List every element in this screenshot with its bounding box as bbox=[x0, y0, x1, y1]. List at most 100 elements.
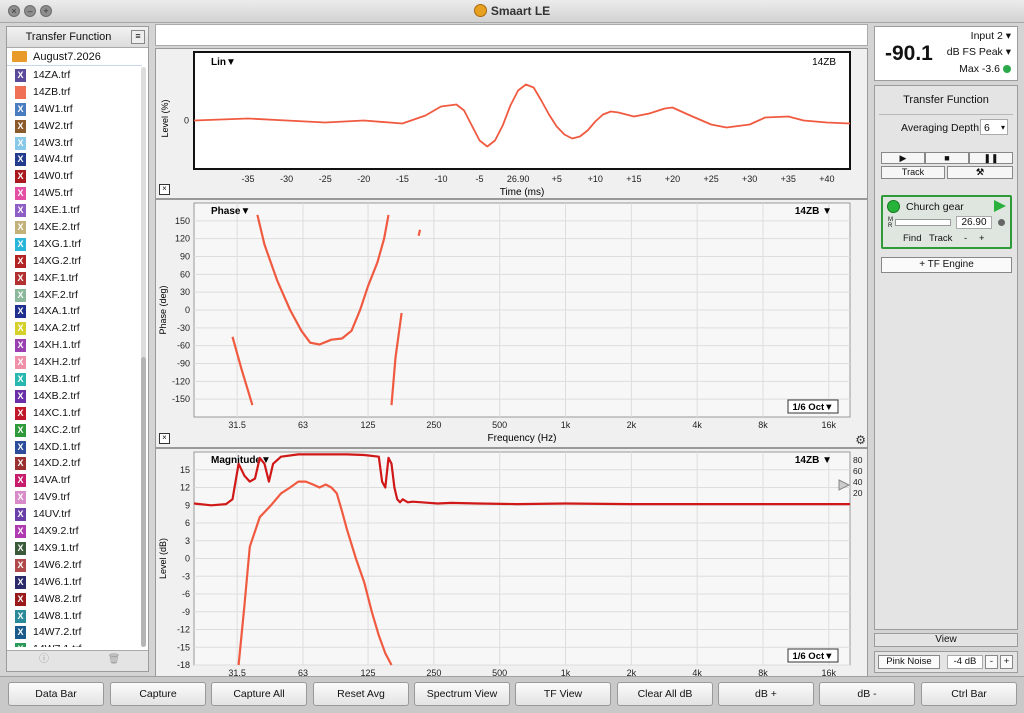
file-item[interactable]: X 14W3.trf bbox=[7, 135, 142, 152]
ctrl-bar-button[interactable]: Ctrl Bar bbox=[921, 682, 1017, 706]
find-delay-button[interactable]: Find bbox=[903, 233, 921, 244]
tf-engine-card[interactable]: Church gear MR 26.90 Find Track - + bbox=[881, 195, 1012, 249]
track-delay-button[interactable]: Track bbox=[929, 233, 952, 244]
file-item[interactable]: X 14XD.2.trf bbox=[7, 455, 142, 472]
file-item[interactable]: X 14V9.trf bbox=[7, 489, 142, 506]
file-label: 14XB.2.trf bbox=[33, 389, 80, 402]
file-item[interactable]: X 14XE.2.trf bbox=[7, 219, 142, 236]
tf-view-button[interactable]: TF View bbox=[515, 682, 611, 706]
file-item[interactable]: X 14W5.trf bbox=[7, 185, 142, 202]
folder-item[interactable]: August7.2026 bbox=[7, 48, 142, 66]
pause-button[interactable]: ❚❚ bbox=[969, 152, 1013, 164]
trash-icon[interactable]: 🗑 bbox=[107, 654, 121, 666]
file-item[interactable]: X 14UV.trf bbox=[7, 506, 142, 523]
file-item[interactable]: X 14XH.1.trf bbox=[7, 337, 142, 354]
play-button[interactable]: ▶ bbox=[881, 152, 925, 164]
file-item[interactable]: X 14XH.2.trf bbox=[7, 354, 142, 371]
file-item[interactable]: X 14XA.1.trf bbox=[7, 303, 142, 320]
meter-mode-selector[interactable]: dB FS Peak ▾ bbox=[947, 46, 1011, 58]
file-list-scroll-thumb[interactable] bbox=[141, 357, 146, 647]
file-item[interactable]: X 14XF.2.trf bbox=[7, 287, 142, 304]
file-item[interactable]: X 14VA.trf bbox=[7, 472, 142, 489]
engine-delay-field[interactable]: 26.90 bbox=[956, 216, 992, 229]
file-item[interactable]: X 14W8.2.trf bbox=[7, 591, 142, 608]
magnitude-resolution-selector[interactable]: 1/6 Oct▼ bbox=[792, 651, 833, 662]
stop-button[interactable]: ■ bbox=[925, 152, 969, 164]
generator-level-up-button[interactable]: + bbox=[1000, 655, 1013, 669]
play-icon: ▶ bbox=[899, 153, 907, 163]
file-item[interactable]: 14ZB.trf bbox=[7, 84, 142, 101]
file-label: 14X9.2.trf bbox=[33, 525, 79, 538]
file-item[interactable]: X 14W2.trf bbox=[7, 118, 142, 135]
averaging-depth-select[interactable]: 6 ▾ bbox=[980, 119, 1008, 135]
spectrum-view-button[interactable]: Spectrum View bbox=[414, 682, 510, 706]
pink-noise-button[interactable]: Pink Noise bbox=[878, 655, 940, 669]
impulse-chart[interactable]: -35 -30 -25 -20 -15 -10 -5 26.90 +5 +10 +15 +20 +25 +… bbox=[156, 49, 867, 198]
delay-increment-button[interactable]: + bbox=[979, 233, 985, 244]
db-button[interactable]: dB + bbox=[718, 682, 814, 706]
file-item[interactable]: X 14XC.1.trf bbox=[7, 405, 142, 422]
engine-on-toggle[interactable] bbox=[887, 200, 900, 213]
file-item[interactable]: X 14XD.1.trf bbox=[7, 439, 142, 456]
reset-avg-button[interactable]: Reset Avg bbox=[313, 682, 409, 706]
engine-channel-labels: MR bbox=[888, 217, 893, 229]
file-item[interactable]: X 14XE.1.trf bbox=[7, 202, 142, 219]
db-button[interactable]: dB - bbox=[819, 682, 915, 706]
graph-area: -35 -30 -25 -20 -15 -10 -5 26.90 +5 +10 +15 +20 +25 +… bbox=[155, 24, 868, 695]
impulse-scale-selector[interactable]: Lin▼ bbox=[211, 57, 236, 68]
magnitude-trace-selector[interactable]: 14ZB ▼ bbox=[795, 455, 832, 466]
phase-resolution-selector[interactable]: 1/6 Oct▼ bbox=[792, 402, 833, 413]
trace-file-icon: X bbox=[15, 288, 26, 302]
file-item[interactable]: X 14W1.trf bbox=[7, 101, 142, 118]
phase-y-axis-label: Phase (deg) bbox=[158, 285, 168, 334]
file-item[interactable]: X 14ZA.trf bbox=[7, 67, 142, 84]
file-label: 14XF.1.trf bbox=[33, 271, 78, 284]
impulse-trace-label: 14ZB bbox=[812, 57, 836, 68]
view-button[interactable]: View bbox=[874, 633, 1018, 647]
phase-y-tick-label: 150 bbox=[175, 216, 190, 226]
phase-trace-selector[interactable]: 14ZB ▼ bbox=[795, 206, 832, 217]
file-item[interactable]: X 14XB.2.trf bbox=[7, 388, 142, 405]
file-item[interactable]: X 14W6.1.trf bbox=[7, 574, 142, 591]
engine-play-icon[interactable] bbox=[994, 200, 1006, 212]
clear-all-db-button[interactable]: Clear All dB bbox=[617, 682, 713, 706]
close-impulse-pane-button[interactable]: × bbox=[159, 184, 170, 195]
generator-level-field[interactable]: -4 dB bbox=[947, 655, 983, 669]
add-tf-engine-button[interactable]: + TF Engine bbox=[881, 257, 1012, 273]
file-item[interactable]: X 14XG.1.trf bbox=[7, 236, 142, 253]
file-item[interactable]: X 14W6.2.trf bbox=[7, 557, 142, 574]
file-item[interactable]: X 14XG.2.trf bbox=[7, 253, 142, 270]
file-item[interactable]: X 14W7.2.trf bbox=[7, 624, 142, 641]
file-item[interactable]: X 14W7.1.trf bbox=[7, 641, 142, 647]
data-bar-button[interactable]: Data Bar bbox=[8, 682, 104, 706]
close-phase-pane-button[interactable]: × bbox=[159, 433, 170, 444]
file-browser-menu-button[interactable]: ≡ bbox=[131, 30, 145, 44]
file-item[interactable]: X 14W0.trf bbox=[7, 168, 142, 185]
tools-button[interactable]: ⚒ bbox=[947, 166, 1013, 179]
info-icon[interactable]: ⓘ bbox=[37, 654, 51, 666]
file-item[interactable]: X 14XA.2.trf bbox=[7, 320, 142, 337]
file-label: 14W7.1.trf bbox=[33, 643, 81, 647]
file-item[interactable]: X 14XB.1.trf bbox=[7, 371, 142, 388]
file-item[interactable]: X 14W8.1.trf bbox=[7, 608, 142, 625]
magnitude-chart[interactable]: 15129630-3-6-9-12-15-1831.5 63 125 250 500 1k… bbox=[156, 449, 867, 694]
capture-all-button[interactable]: Capture All bbox=[211, 682, 307, 706]
file-label: 14XE.2.trf bbox=[33, 221, 80, 234]
impulse-x-tick-label: -35 bbox=[242, 174, 255, 184]
file-list[interactable]: X 14ZA.trf 14ZB.trf X 14W1.trf X 14W2.trf X 14W3… bbox=[7, 67, 142, 647]
phase-settings-gear-icon[interactable]: ⚙ bbox=[855, 434, 866, 446]
track-button[interactable]: Track bbox=[881, 166, 945, 179]
file-item[interactable]: X 14XF.1.trf bbox=[7, 270, 142, 287]
file-item[interactable]: X 14X9.2.trf bbox=[7, 523, 142, 540]
capture-button[interactable]: Capture bbox=[110, 682, 206, 706]
file-item[interactable]: X 14X9.1.trf bbox=[7, 540, 142, 557]
phase-chart[interactable]: 150 120 90 60 30 0 -30 -60 -90 -120 -150 31.5 63 125 2… bbox=[156, 200, 867, 447]
generator-level-down-button[interactable]: - bbox=[985, 655, 998, 669]
delay-decrement-button[interactable]: - bbox=[964, 233, 967, 244]
meter-max[interactable]: Max -3.6 bbox=[959, 63, 1011, 75]
chevron-down-icon: ▾ bbox=[1005, 30, 1011, 42]
file-item[interactable]: X 14W4.trf bbox=[7, 151, 142, 168]
input-selector[interactable]: Input 2 ▾ bbox=[971, 30, 1011, 42]
file-item[interactable]: X 14XC.2.trf bbox=[7, 422, 142, 439]
phase-label[interactable]: Phase▼ bbox=[211, 206, 250, 217]
